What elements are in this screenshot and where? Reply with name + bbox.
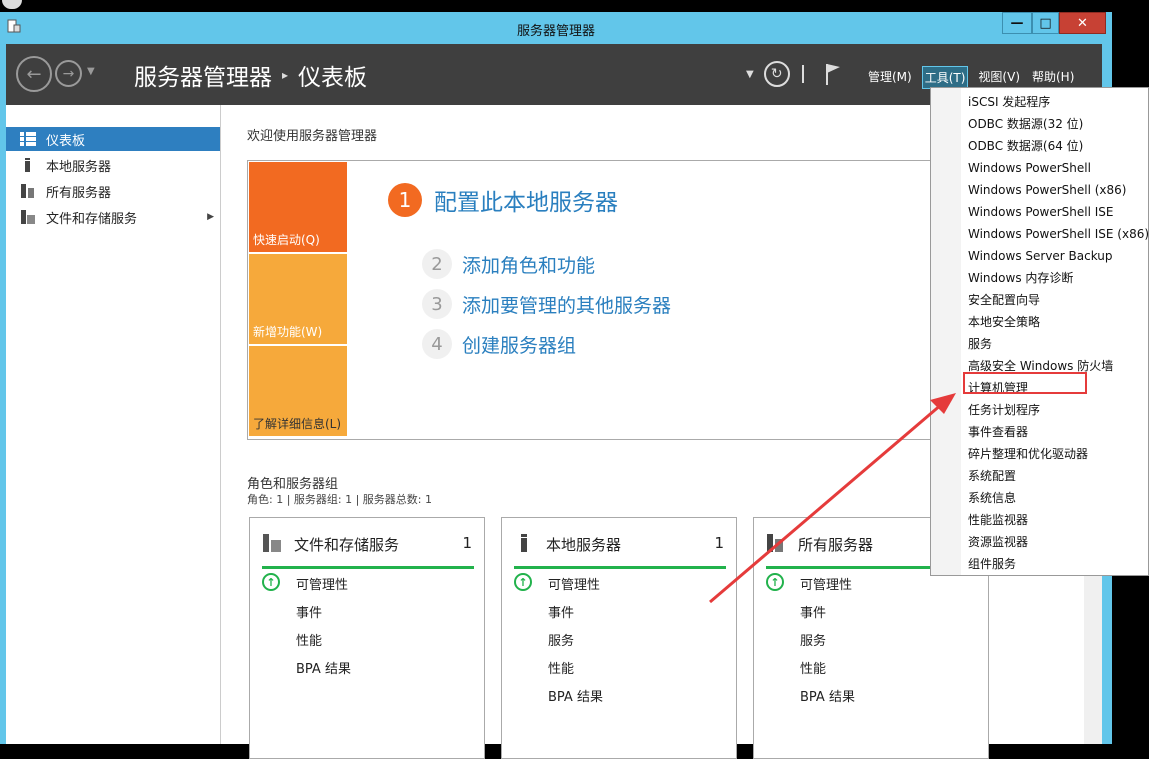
annotation-arrow (709, 393, 956, 604)
